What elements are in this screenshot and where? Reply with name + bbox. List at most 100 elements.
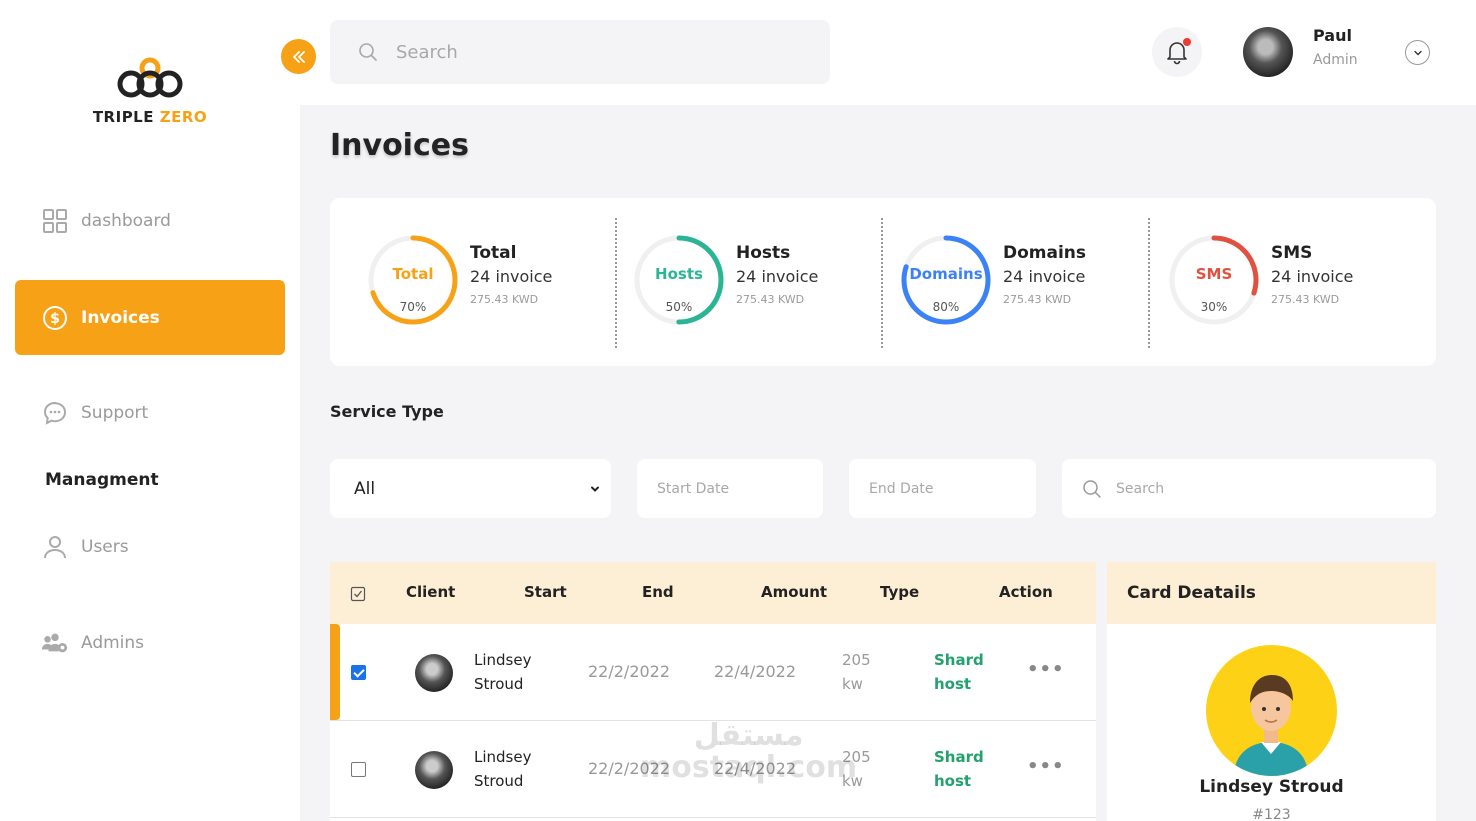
service-type: Shard host (934, 748, 984, 790)
sidebar-item-users[interactable]: Users (15, 509, 285, 584)
client-avatar (415, 654, 453, 692)
column-action[interactable]: Action (999, 583, 1053, 601)
global-search-input[interactable] (396, 41, 796, 63)
service-type-select[interactable]: All (330, 459, 611, 518)
stat-sms: SMS 30% SMS 24 invoice 275.43 KWD (1131, 198, 1397, 366)
sidebar: TRIPLE ZERO dashboard $ Invoices Support… (0, 0, 300, 821)
client-avatar-large (1206, 645, 1337, 776)
sidebar-item-dashboard[interactable]: dashboard (15, 183, 285, 258)
sidebar-item-label: Invoices (81, 307, 160, 328)
end-date: 22/4/2022 (714, 662, 797, 681)
topbar: Paul Admin (300, 0, 1476, 105)
service-type-label: Service Type (330, 402, 444, 421)
table-row[interactable]: Lindsey Stroud 22/2/2022 22/4/2022 205 kw … (330, 721, 1096, 818)
stat-domains: Domains 80% Domains 24 invoice 275.43 KW… (863, 198, 1129, 366)
start-date-input[interactable] (657, 480, 807, 497)
chevron-down-icon (1413, 50, 1422, 55)
sidebar-item-support[interactable]: Support (15, 375, 285, 450)
sidebar-item-label: Support (81, 402, 149, 423)
stat-amount: 275.43 KWD (1271, 293, 1340, 306)
select-all-checkbox[interactable] (350, 586, 366, 602)
chat-bubble-icon (41, 399, 69, 427)
client-avatar (415, 751, 453, 789)
sidebar-item-admins[interactable]: Admins (15, 605, 285, 680)
double-chevron-left-icon (292, 50, 305, 63)
stat-count: 24 invoice (1271, 267, 1354, 286)
ring-percent: 80% (932, 300, 960, 314)
user-name: Paul (1313, 26, 1352, 45)
invoices-table: Client Start End Amount Type Action Lind… (330, 562, 1096, 821)
stat-count: 24 invoice (470, 267, 553, 286)
stat-amount: 275.43 KWD (1003, 293, 1072, 306)
grid-icon (41, 207, 69, 235)
column-start[interactable]: Start (524, 583, 567, 601)
user-menu-dropdown[interactable] (1405, 40, 1430, 65)
triple-zero-logo-icon (117, 57, 183, 98)
brand-logo[interactable]: TRIPLE ZERO (90, 56, 210, 126)
notifications-button[interactable] (1152, 27, 1202, 77)
end-date: 22/4/2022 (714, 759, 797, 778)
stat-amount: 275.43 KWD (736, 293, 805, 306)
ring-percent: 70% (399, 300, 427, 314)
ring-percent: 30% (1200, 300, 1228, 314)
invoice-stats-card: Total 70% Total 24 invoice 275.43 KWD Ho… (330, 198, 1436, 366)
column-amount[interactable]: Amount (761, 583, 827, 601)
end-date-filter[interactable] (849, 459, 1036, 518)
ring-percent: 50% (665, 300, 693, 314)
selected-row-indicator (330, 624, 340, 720)
card-client-name: Lindsey Stroud (1199, 777, 1344, 797)
ring-label: Total (392, 265, 434, 283)
stat-title: SMS (1271, 243, 1313, 263)
start-date: 22/2/2022 (588, 662, 671, 681)
stat-title: Total (470, 243, 517, 263)
sidebar-item-label: Users (81, 536, 129, 557)
stat-title: Domains (1003, 243, 1087, 263)
card-details-panel: Card Deatails Lindsey Stroud #123 (1107, 562, 1436, 821)
global-search[interactable] (330, 20, 830, 84)
collapse-sidebar-button[interactable] (281, 39, 316, 74)
card-client-id: #123 (1252, 807, 1291, 821)
table-header: Client Start End Amount Type Action (330, 562, 1096, 624)
svg-text:$: $ (50, 311, 60, 327)
service-type-value: All (354, 478, 376, 499)
dollar-icon: $ (41, 304, 69, 332)
start-date-filter[interactable] (637, 459, 823, 518)
amount: 205 kw (842, 748, 871, 790)
search-icon (1083, 479, 1101, 498)
stat-title: Hosts (736, 243, 791, 263)
ring-label: Domains (909, 265, 983, 283)
more-actions-button[interactable]: ••• (1027, 658, 1065, 682)
sidebar-section-title: Managment (45, 470, 159, 490)
notification-dot (1183, 38, 1191, 46)
service-type: Shard host (934, 651, 984, 693)
column-type[interactable]: Type (880, 583, 919, 601)
end-date-input[interactable] (869, 480, 1019, 497)
table-search[interactable] (1062, 459, 1436, 518)
search-icon (359, 43, 377, 61)
user-icon (41, 533, 69, 561)
user-role: Admin (1313, 52, 1358, 68)
row-checkbox[interactable] (351, 665, 366, 680)
column-client[interactable]: Client (406, 583, 455, 601)
client-name: Lindsey Stroud (474, 651, 532, 693)
page-title: Invoices (330, 128, 469, 163)
amount: 205 kw (842, 651, 871, 693)
ring-label: SMS (1195, 265, 1233, 283)
stat-amount: 275.43 KWD (470, 293, 539, 306)
more-actions-button[interactable]: ••• (1027, 755, 1065, 779)
brand-name: TRIPLE ZERO (92, 108, 208, 126)
column-end[interactable]: End (642, 583, 674, 601)
stat-count: 24 invoice (1003, 267, 1086, 286)
start-date: 22/2/2022 (588, 759, 671, 778)
chevron-down-icon (591, 486, 599, 492)
ring-label: Hosts (655, 265, 703, 283)
sidebar-item-label: Admins (81, 632, 145, 653)
sidebar-item-invoices[interactable]: $ Invoices (15, 280, 285, 355)
sidebar-item-label: dashboard (81, 210, 171, 231)
table-row[interactable]: Lindsey Stroud 22/2/2022 22/4/2022 205 kw … (330, 624, 1096, 721)
table-search-input[interactable] (1116, 480, 1416, 497)
card-details-title: Card Deatails (1107, 562, 1436, 624)
person-avatar-icon (1234, 675, 1308, 776)
user-avatar[interactable] (1243, 27, 1293, 77)
row-checkbox[interactable] (351, 762, 366, 777)
